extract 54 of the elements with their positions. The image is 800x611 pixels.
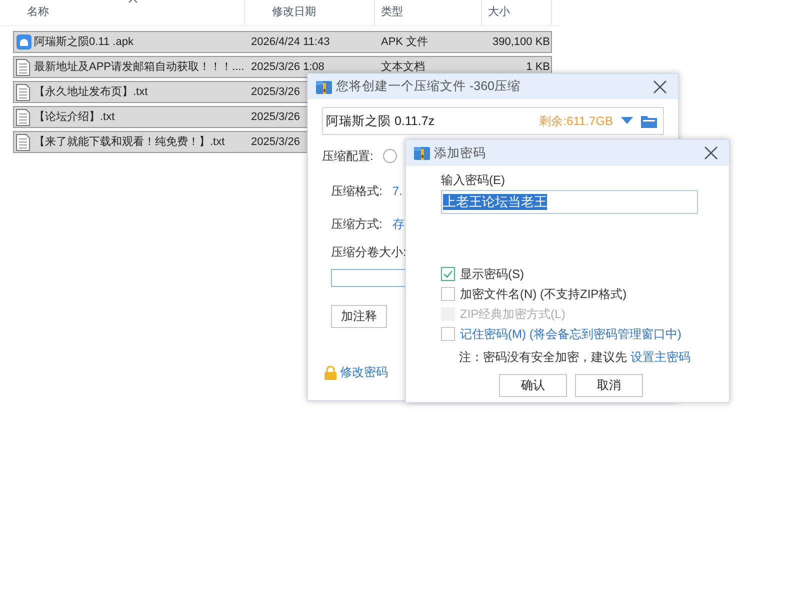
column-header[interactable]: 大小 bbox=[482, 0, 552, 25]
setting-label: 压缩方式: bbox=[331, 216, 382, 232]
file-size: 390,100 KB bbox=[492, 36, 550, 48]
split-size-label: 压缩分卷大小: bbox=[330, 244, 408, 261]
radio-button[interactable] bbox=[383, 149, 398, 163]
column-header[interactable]: 名称 bbox=[0, 0, 245, 25]
option-label: 加密文件名(N) (不支持ZIP格式) bbox=[460, 286, 627, 302]
modified-date: 2025/3/26 bbox=[251, 110, 300, 124]
setting-label: 压缩格式: bbox=[331, 182, 382, 200]
modified-date: 2025/3/26 bbox=[251, 86, 300, 98]
checkbox[interactable] bbox=[441, 267, 455, 281]
document-icon bbox=[16, 58, 30, 76]
password-label: 输入密码(E) bbox=[441, 172, 506, 189]
checkbox[interactable] bbox=[441, 287, 455, 301]
lock-icon bbox=[324, 366, 337, 380]
change-password-link[interactable]: 修改密码 bbox=[340, 364, 388, 381]
file-name: 【论坛介绍】.txt bbox=[34, 110, 115, 124]
file-name: 最新地址及APP请发邮箱自动获取！！！.... bbox=[34, 60, 244, 74]
folder-icon bbox=[641, 114, 657, 128]
option-label: ZIP经典加密方式(L) bbox=[460, 306, 566, 322]
modified-date: 2025/3/26 1:08 bbox=[251, 60, 324, 74]
archive-icon bbox=[414, 145, 430, 161]
dialog-button[interactable]: 确认 bbox=[499, 374, 567, 397]
document-icon bbox=[16, 108, 30, 126]
archive-name-field[interactable]: 阿瑞斯之陨 0.11.7z 剩余:611.7GB bbox=[322, 107, 664, 135]
file-name: 【来了就能下载和观看！纯免费！】.txt bbox=[34, 136, 225, 148]
dialog-button[interactable]: 取消 bbox=[575, 374, 643, 397]
app-icon bbox=[16, 34, 32, 50]
column-header[interactable]: 类型 bbox=[375, 0, 482, 25]
file-name: 【永久地址发布页】.txt bbox=[34, 86, 148, 98]
split-size-field[interactable] bbox=[331, 269, 406, 287]
option-label: 记住密码(M) (将会备忘到密码管理窗口中) bbox=[460, 326, 682, 342]
password-field[interactable]: 上老王论坛当老王 bbox=[441, 190, 698, 214]
option-label: 显示密码(S) bbox=[460, 266, 524, 282]
file-type: 文本文档 bbox=[381, 60, 425, 74]
document-icon bbox=[16, 134, 30, 150]
modified-date: 2026/4/24 11:43 bbox=[251, 36, 330, 48]
column-header[interactable]: 修改日期 bbox=[245, 0, 375, 25]
archive-icon bbox=[316, 78, 332, 94]
file-type: APK 文件 bbox=[381, 36, 428, 48]
file-size: 1 KB bbox=[526, 60, 550, 74]
document-icon bbox=[16, 84, 30, 100]
dropdown-icon bbox=[621, 117, 633, 125]
note-text: 注：密码没有安全加密，建议先 bbox=[459, 350, 628, 364]
setting-value[interactable]: 7. bbox=[392, 184, 402, 198]
setting-value[interactable]: 存 bbox=[392, 216, 404, 232]
add-comment-button[interactable]: 加注释 bbox=[331, 305, 387, 328]
modified-date: 2025/3/26 bbox=[251, 136, 300, 148]
set-master-password-link[interactable]: 设置主密码 bbox=[630, 350, 690, 364]
file-row[interactable]: 最新地址及APP请发邮箱自动获取！！！.... 2025/3/26 1:08 文本文档 1 KB bbox=[13, 56, 552, 78]
checkbox[interactable] bbox=[441, 327, 455, 341]
file-row[interactable]: 阿瑞斯之陨0.11 .apk 2026/4/24 11:43 APK 文件 390,100 KB bbox=[13, 31, 552, 53]
file-name: 阿瑞斯之陨0.11 .apk bbox=[34, 36, 134, 48]
window-title: 您将创建一个压缩文件 -360压缩 bbox=[336, 78, 522, 95]
